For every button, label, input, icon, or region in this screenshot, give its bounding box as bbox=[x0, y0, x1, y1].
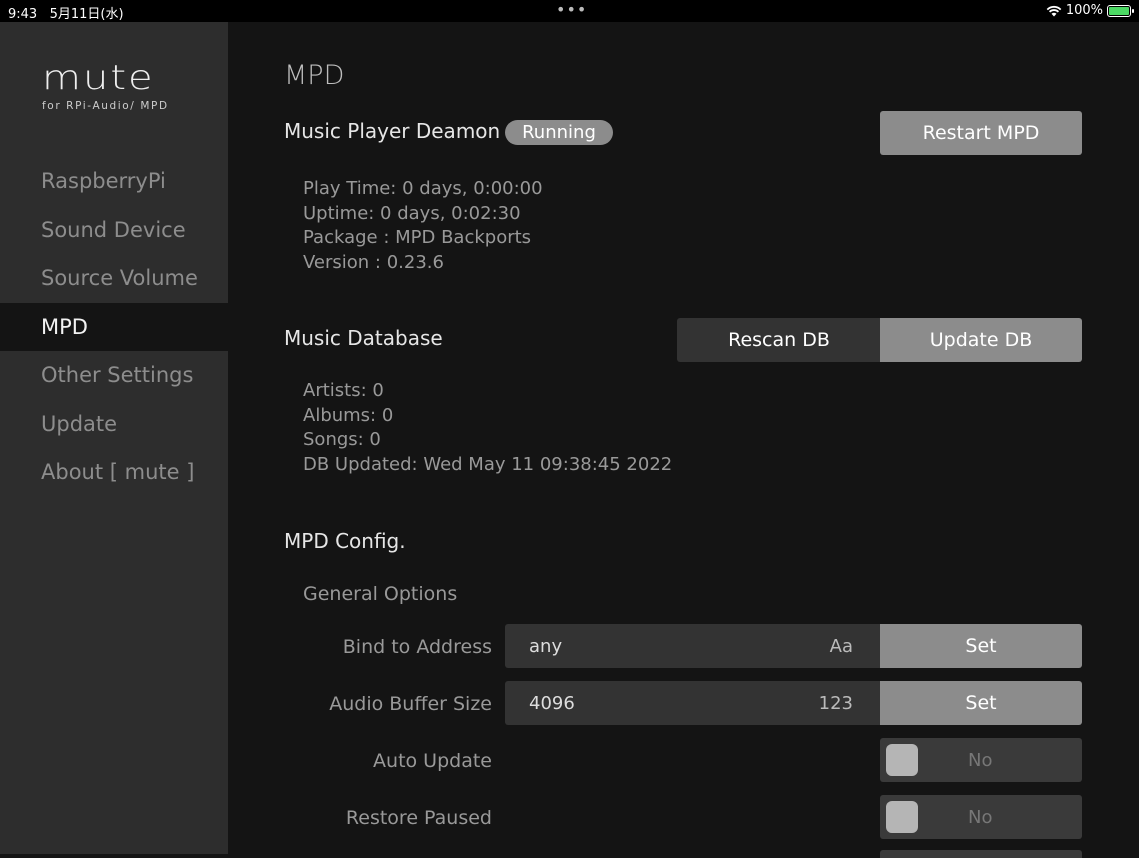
config-title: MPD Config. bbox=[284, 529, 406, 553]
sidebar-item-update[interactable]: Update bbox=[0, 400, 228, 449]
play-time: Play Time: 0 days, 0:00:00 bbox=[303, 178, 543, 199]
restore-paused-label: Restore Paused bbox=[345, 807, 492, 829]
audio-buffer-field[interactable]: 4096 123 bbox=[505, 681, 881, 725]
page-title: MPD bbox=[284, 60, 345, 91]
bind-address-value: any bbox=[529, 636, 563, 657]
audio-buffer-label: Audio Buffer Size bbox=[329, 693, 492, 715]
toggle-knob bbox=[886, 801, 918, 833]
battery-percent: 100% bbox=[1065, 3, 1103, 18]
auto-update-toggle[interactable]: No bbox=[880, 738, 1082, 782]
version: Version : 0.23.6 bbox=[303, 251, 444, 273]
sidebar-item-other-settings[interactable]: Other Settings bbox=[0, 351, 228, 400]
albums-count: Albums: 0 bbox=[303, 404, 394, 426]
update-db-button[interactable]: Update DB bbox=[880, 318, 1082, 362]
database-info: Artists: 0 Albums: 0 Songs: 0 DB Updated… bbox=[303, 379, 672, 477]
audio-buffer-set-button[interactable]: Set bbox=[880, 681, 1082, 725]
keyboard-type-hint: 123 bbox=[818, 693, 853, 714]
wifi-icon bbox=[1046, 5, 1062, 16]
battery-icon bbox=[1107, 4, 1134, 17]
sidebar-item-sound-device[interactable]: Sound Device bbox=[0, 206, 228, 255]
songs-count: Songs: 0 bbox=[303, 429, 381, 450]
sidebar-nav: RaspberryPi Sound Device Source Volume M… bbox=[0, 157, 228, 497]
status-bar: 9:43 5月11日(水) ••• 100% bbox=[0, 0, 1139, 22]
database-title: Music Database bbox=[284, 326, 443, 350]
bind-address-field[interactable]: any Aa bbox=[505, 624, 881, 668]
rescan-db-button[interactable]: Rescan DB bbox=[677, 318, 881, 362]
logo-wordmark: mute bbox=[42, 58, 155, 98]
sidebar-item-mpd[interactable]: MPD bbox=[0, 302, 228, 351]
sidebar-item-about[interactable]: About [ mute ] bbox=[0, 448, 228, 497]
logo-subtitle: for RPi-Audio/ MPD bbox=[42, 100, 169, 112]
multitasking-dots[interactable]: ••• bbox=[556, 0, 587, 19]
daemon-info: Play Time: 0 days, 0:00:00 Uptime: 0 day… bbox=[303, 177, 543, 275]
db-updated: DB Updated: Wed May 11 09:38:45 2022 bbox=[303, 453, 673, 475]
artists-count: Artists: 0 bbox=[303, 380, 384, 401]
daemon-title: Music Player Deamon bbox=[284, 119, 501, 143]
sidebar-item-raspberrypi[interactable]: RaspberryPi bbox=[0, 157, 228, 206]
restore-paused-toggle[interactable]: No bbox=[880, 795, 1082, 839]
audio-buffer-value: 4096 bbox=[529, 693, 575, 714]
status-time: 9:43 5月11日(水) bbox=[8, 7, 124, 22]
keyboard-type-hint: Aa bbox=[829, 636, 853, 657]
sidebar: mute for RPi-Audio/ MPD RaspberryPi Soun… bbox=[0, 22, 228, 854]
auto-update-label: Auto Update bbox=[373, 750, 492, 772]
status-right: 100% bbox=[1046, 3, 1134, 18]
toggle-knob bbox=[886, 744, 918, 776]
bind-address-set-button[interactable]: Set bbox=[880, 624, 1082, 668]
app-logo: mute for RPi-Audio/ MPD bbox=[42, 58, 169, 112]
general-options-title: General Options bbox=[303, 583, 458, 605]
next-toggle-partial[interactable] bbox=[880, 850, 1082, 858]
restore-paused-value: No bbox=[968, 807, 993, 828]
restart-mpd-button[interactable]: Restart MPD bbox=[880, 111, 1082, 155]
auto-update-value: No bbox=[968, 750, 993, 771]
uptime: Uptime: 0 days, 0:02:30 bbox=[303, 202, 521, 224]
status-badge: Running bbox=[505, 120, 613, 145]
main-content: MPD Music Player Deamon Running Restart … bbox=[228, 22, 1139, 858]
bind-address-label: Bind to Address bbox=[342, 636, 492, 658]
sidebar-item-source-volume[interactable]: Source Volume bbox=[0, 254, 228, 303]
package: Package : MPD Backports bbox=[303, 227, 532, 248]
